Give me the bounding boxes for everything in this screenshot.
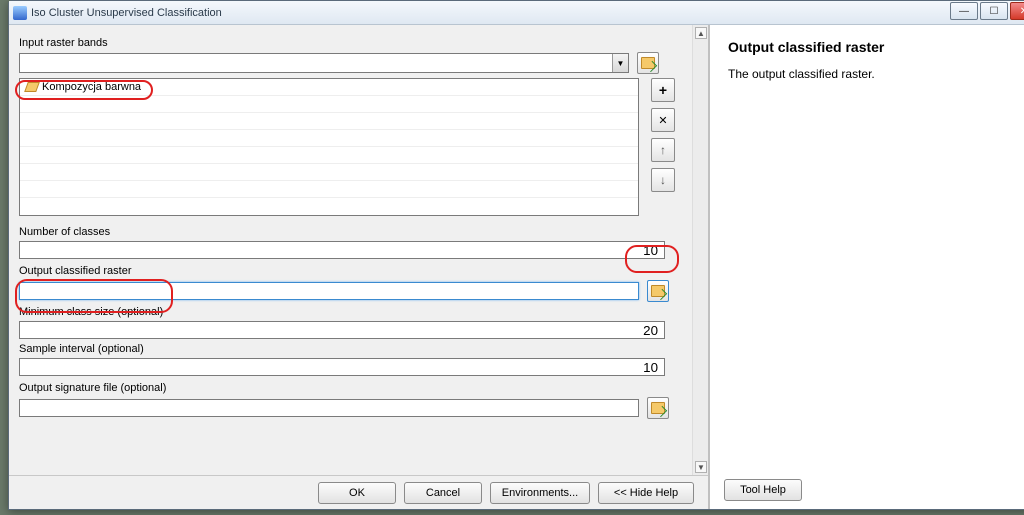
output-raster-label: Output classified raster [19, 265, 702, 277]
num-classes-label: Number of classes [19, 226, 702, 238]
x-icon: ✕ [658, 114, 667, 127]
add-button[interactable]: + [651, 78, 675, 102]
titlebar[interactable]: Iso Cluster Unsupervised Classification … [9, 1, 1024, 25]
sample-interval-input[interactable] [19, 358, 665, 376]
help-body: The output classified raster. [728, 67, 1022, 81]
chevron-down-icon: ▼ [617, 59, 625, 68]
browse-sig-file-button[interactable] [647, 397, 669, 419]
list-side-buttons: + ✕ ↑ ↓ [651, 78, 675, 192]
app-icon [13, 6, 27, 20]
list-item-label: Kompozycja barwna [42, 81, 141, 93]
arrow-down-icon: ↓ [660, 173, 666, 187]
layer-icon [24, 82, 40, 92]
close-icon: ✕ [1020, 6, 1024, 17]
folder-open-icon [651, 285, 665, 297]
button-bar: OK Cancel Environments... << Hide Help [9, 475, 708, 509]
output-raster-input[interactable] [19, 282, 639, 300]
minimize-icon: — [959, 6, 969, 17]
raster-listbox[interactable]: Kompozycja barwna [19, 78, 639, 216]
remove-button[interactable]: ✕ [651, 108, 675, 132]
maximize-icon: ☐ [990, 6, 999, 17]
plus-icon: + [659, 82, 667, 98]
input-raster-label: Input raster bands [19, 37, 702, 49]
close-button[interactable]: ✕ [1010, 2, 1024, 20]
help-panel: Output classified raster The output clas… [709, 25, 1024, 509]
folder-open-icon [651, 402, 665, 414]
help-title: Output classified raster [728, 39, 1022, 55]
raster-list-row: Kompozycja barwna + ✕ ↑ ↓ [19, 78, 702, 216]
ok-label: OK [349, 487, 365, 499]
environments-button[interactable]: Environments... [490, 482, 590, 504]
input-raster-input[interactable] [20, 54, 612, 72]
min-class-input[interactable] [19, 321, 665, 339]
hide-label: << Hide Help [614, 487, 678, 499]
scroll-up-icon[interactable]: ▲ [695, 27, 707, 39]
sig-file-label: Output signature file (optional) [19, 382, 702, 394]
window-body: ▲ ▼ Input raster bands ▼ [9, 25, 1024, 509]
window-buttons: — ☐ ✕ [950, 2, 1024, 20]
arrow-up-icon: ↑ [660, 143, 666, 157]
toolhelp-label: Tool Help [740, 484, 786, 496]
move-up-button[interactable]: ↑ [651, 138, 675, 162]
list-item[interactable]: Kompozycja barwna [20, 79, 638, 96]
minimize-button[interactable]: — [950, 2, 978, 20]
browse-input-raster-button[interactable] [637, 52, 659, 74]
sample-interval-label: Sample interval (optional) [19, 343, 702, 355]
scroll-down-icon[interactable]: ▼ [695, 461, 707, 473]
cancel-label: Cancel [426, 487, 460, 499]
window-title: Iso Cluster Unsupervised Classification [31, 7, 222, 19]
hide-help-button[interactable]: << Hide Help [598, 482, 694, 504]
folder-open-icon [641, 57, 655, 69]
form-scroll-area: ▲ ▼ Input raster bands ▼ [9, 25, 708, 475]
main-panel: ▲ ▼ Input raster bands ▼ [9, 25, 709, 509]
browse-output-raster-button[interactable] [647, 280, 669, 302]
sig-file-input[interactable] [19, 399, 639, 417]
tool-help-button[interactable]: Tool Help [724, 479, 802, 501]
move-down-button[interactable]: ↓ [651, 168, 675, 192]
dialog-window: Iso Cluster Unsupervised Classification … [8, 0, 1024, 510]
cancel-button[interactable]: Cancel [404, 482, 482, 504]
input-raster-combo[interactable]: ▼ [19, 53, 629, 73]
env-label: Environments... [502, 487, 578, 499]
combo-dropdown-button[interactable]: ▼ [612, 54, 628, 72]
ok-button[interactable]: OK [318, 482, 396, 504]
num-classes-input[interactable] [19, 241, 665, 259]
min-class-label: Minimum class size (optional) [19, 306, 702, 318]
maximize-button[interactable]: ☐ [980, 2, 1008, 20]
